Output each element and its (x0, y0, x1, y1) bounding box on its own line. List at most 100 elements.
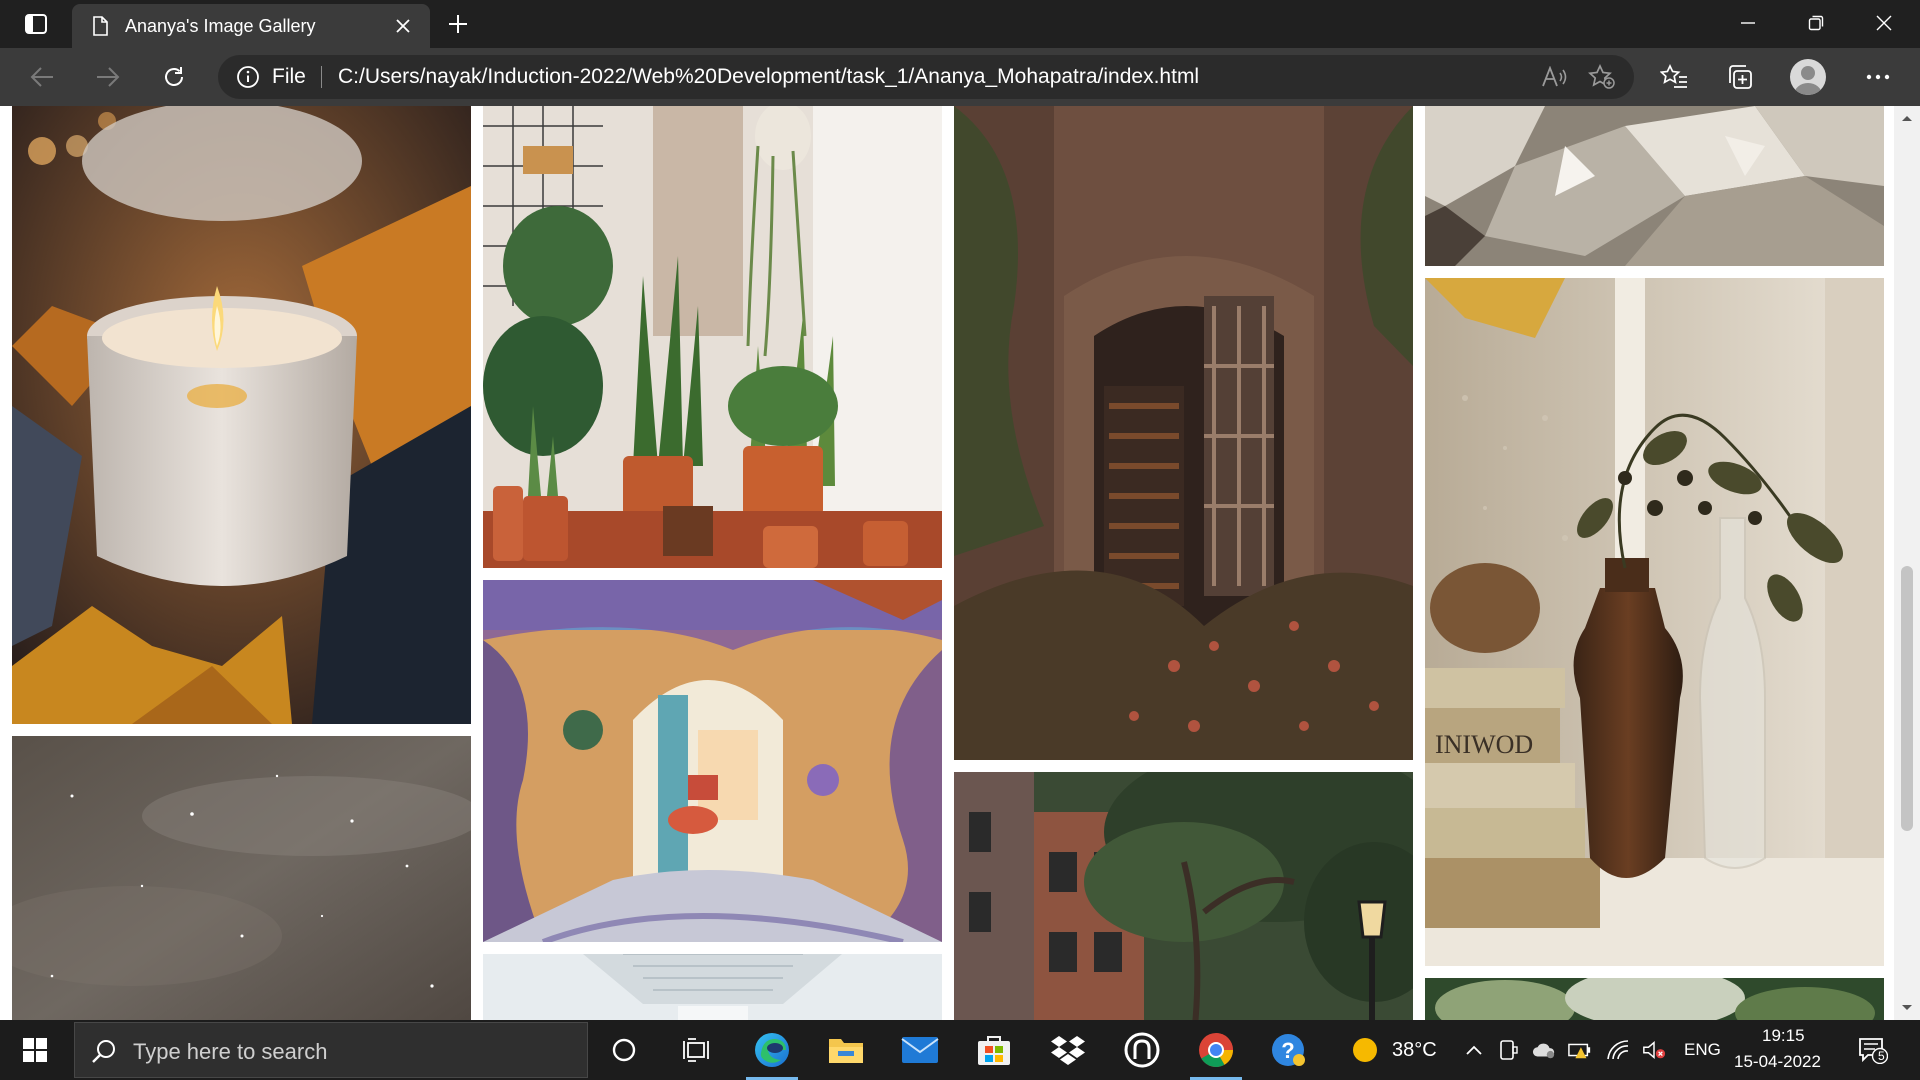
start-button[interactable] (0, 1020, 70, 1080)
close-icon (396, 19, 410, 33)
gallery-image-leaves[interactable] (1425, 978, 1884, 1020)
chrome-icon (1199, 1033, 1233, 1067)
tab-close-button[interactable] (392, 15, 414, 37)
cortana-button[interactable] (588, 1020, 660, 1080)
notifications-button[interactable]: 5 (1856, 1033, 1890, 1067)
leaves-image (1425, 978, 1884, 1020)
crystal-image (1425, 106, 1884, 266)
scroll-down-icon[interactable] (1900, 1000, 1914, 1014)
page-scrollbar[interactable] (1894, 106, 1920, 1020)
tab-actions-button[interactable] (14, 8, 58, 40)
gallery-image-plants[interactable] (483, 106, 942, 568)
profile-avatar[interactable] (1790, 59, 1826, 95)
battery-warning-icon[interactable] (1568, 1038, 1592, 1062)
gallery-image-painted-archway[interactable] (483, 580, 942, 942)
read-aloud-icon (1542, 66, 1567, 87)
gallery-image-night-sky[interactable] (12, 736, 471, 1020)
search-icon (92, 1040, 115, 1063)
back-arrow-icon (30, 67, 53, 87)
refresh-icon (165, 67, 183, 86)
night-sky-image (12, 736, 471, 1020)
page-icon (93, 16, 108, 36)
ivy-doorway-image (954, 106, 1413, 760)
gallery-image-window-vases[interactable]: INIWOD (1425, 278, 1884, 966)
plants-image (483, 106, 942, 568)
window-vases-image: INIWOD (1425, 278, 1884, 966)
chevron-up-icon (1466, 1045, 1482, 1055)
tab-title: Ananya's Image Gallery (125, 16, 316, 36)
volume-muted-icon[interactable] (1642, 1038, 1666, 1062)
svg-text:?: ? (1281, 1038, 1294, 1063)
corridor-image (483, 954, 942, 1020)
help-icon: ? (1272, 1034, 1305, 1066)
browser-tab[interactable]: Ananya's Image Gallery (72, 4, 430, 48)
archway-painting-image (483, 580, 942, 942)
taskbar-file-explorer[interactable] (810, 1020, 882, 1080)
taskbar-edge[interactable] (736, 1020, 808, 1080)
onedrive-icon[interactable] (1532, 1038, 1556, 1062)
task-view-button[interactable] (660, 1020, 732, 1080)
read-aloud-button[interactable] (1540, 64, 1568, 90)
taskbar-mail[interactable] (884, 1020, 956, 1080)
collections-icon (1729, 65, 1752, 89)
tray-device-icon[interactable] (1496, 1038, 1520, 1062)
wifi-icon[interactable] (1606, 1038, 1630, 1062)
store-icon (978, 1036, 1010, 1065)
gallery-image-street[interactable] (954, 772, 1413, 1020)
input-language[interactable]: ENG (1684, 1040, 1721, 1060)
minimize-button[interactable] (1714, 0, 1782, 46)
show-hidden-icons-button[interactable] (1462, 1038, 1486, 1062)
tab-actions-icon (25, 14, 47, 34)
search-placeholder: Type here to search (133, 1039, 328, 1064)
star-add-icon (1588, 64, 1615, 89)
favorites-button[interactable] (1654, 60, 1694, 94)
refresh-button[interactable] (154, 60, 194, 94)
gallery-image-ivy-doorway[interactable] (954, 106, 1413, 760)
address-bar[interactable]: File C:/Users/nayak/Induction-2022/Web%2… (218, 55, 1634, 99)
taskbar-search-box[interactable]: Type here to search (74, 1022, 588, 1078)
back-button[interactable] (22, 60, 62, 94)
user-icon (1794, 66, 1822, 95)
new-tab-button[interactable] (440, 8, 476, 40)
cortana-icon (612, 1038, 636, 1062)
mail-icon (901, 1037, 939, 1063)
book-spine-text: INIWOD (1435, 730, 1533, 759)
gallery-image-candle[interactable] (12, 106, 471, 724)
gallery-page: INIWOD (0, 106, 1920, 1020)
taskbar-chrome[interactable] (1180, 1020, 1252, 1080)
collections-button[interactable] (1720, 60, 1760, 94)
url-text[interactable]: C:/Users/nayak/Induction-2022/Web%20Deve… (338, 65, 1199, 89)
taskbar: Type here to search ? 38°C ENG 19:15 15-… (0, 1020, 1920, 1080)
taskbar-github-desktop[interactable] (1106, 1020, 1178, 1080)
scrollbar-thumb[interactable] (1901, 566, 1913, 831)
minimize-icon (1741, 22, 1755, 24)
close-window-button[interactable] (1850, 0, 1918, 46)
folder-icon (829, 1039, 863, 1063)
forward-button[interactable] (88, 60, 128, 94)
weather-temperature[interactable]: 38°C (1392, 1039, 1437, 1062)
add-favorite-button[interactable] (1588, 64, 1616, 90)
restore-button[interactable] (1782, 0, 1850, 46)
more-icon (1866, 74, 1890, 80)
task-view-icon (683, 1038, 709, 1062)
gallery-image-crystal[interactable] (1425, 106, 1884, 266)
clock-time[interactable]: 19:15 (1762, 1026, 1805, 1046)
gallery-image-corridor[interactable] (483, 954, 942, 1020)
scroll-up-icon[interactable] (1900, 112, 1914, 126)
street-image (954, 772, 1413, 1020)
address-separator (321, 66, 322, 88)
taskbar-help[interactable]: ? (1252, 1020, 1324, 1080)
taskbar-store[interactable] (958, 1020, 1030, 1080)
site-scheme-label[interactable]: File (272, 65, 306, 89)
github-desktop-icon (1124, 1032, 1160, 1068)
plus-icon (449, 15, 467, 33)
restore-icon (1808, 15, 1824, 31)
tab-strip: Ananya's Image Gallery (0, 0, 1920, 48)
weather-icon[interactable] (1350, 1035, 1380, 1065)
settings-menu-button[interactable] (1858, 60, 1898, 94)
windows-logo-icon (23, 1038, 47, 1062)
info-icon[interactable] (236, 65, 260, 89)
edge-icon (755, 1033, 789, 1067)
taskbar-dropbox[interactable] (1032, 1020, 1104, 1080)
clock-date[interactable]: 15-04-2022 (1734, 1052, 1821, 1072)
